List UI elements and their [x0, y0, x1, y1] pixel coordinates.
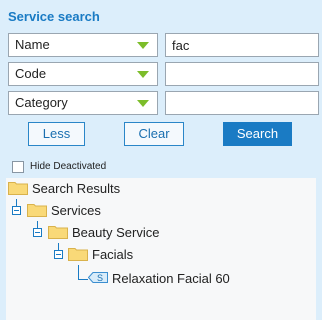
clear-button[interactable]: Clear — [124, 122, 184, 146]
tree-node-beauty-service-label: Beauty Service — [72, 225, 160, 240]
search-results-tree: Search Results Services Beauty Service F… — [6, 178, 316, 320]
hide-deactivated-label: Hide Deactivated — [30, 161, 107, 172]
svg-text:S: S — [97, 273, 103, 283]
collapse-toggle-icon[interactable] — [33, 228, 42, 237]
service-tag-icon: S — [88, 272, 108, 283]
filter-value-code-input[interactable] — [165, 62, 319, 86]
tree-node-relaxation-facial-label: Relaxation Facial 60 — [112, 271, 230, 286]
collapse-toggle-icon[interactable] — [54, 250, 63, 259]
chevron-down-icon — [137, 42, 149, 49]
folder-icon — [48, 226, 68, 239]
search-button[interactable]: Search — [223, 122, 292, 146]
field-select-category-label: Category — [15, 95, 68, 110]
service-search-panel: Service search Name Code Category Less C… — [0, 0, 322, 320]
tree-connector — [78, 279, 88, 280]
panel-title: Service search — [8, 9, 100, 24]
field-select-name[interactable]: Name — [8, 33, 158, 57]
tree-connector — [78, 265, 79, 279]
tree-node-services-label: Services — [51, 203, 101, 218]
chevron-down-icon — [137, 100, 149, 107]
filter-value-name-input[interactable] — [165, 33, 319, 57]
field-select-name-label: Name — [15, 37, 50, 52]
less-button[interactable]: Less — [28, 122, 85, 146]
field-select-code-label: Code — [15, 66, 47, 81]
folder-icon — [68, 248, 88, 261]
tree-node-facials-label: Facials — [92, 247, 134, 262]
field-select-code[interactable]: Code — [8, 62, 158, 86]
collapse-toggle-icon[interactable] — [12, 206, 21, 215]
folder-icon — [8, 182, 28, 195]
hide-deactivated-checkbox[interactable] — [12, 161, 24, 173]
field-select-category[interactable]: Category — [8, 91, 158, 115]
filter-value-category-input[interactable] — [165, 91, 319, 115]
folder-icon — [27, 204, 47, 217]
chevron-down-icon — [137, 71, 149, 78]
tree-node-root-label: Search Results — [32, 181, 121, 196]
